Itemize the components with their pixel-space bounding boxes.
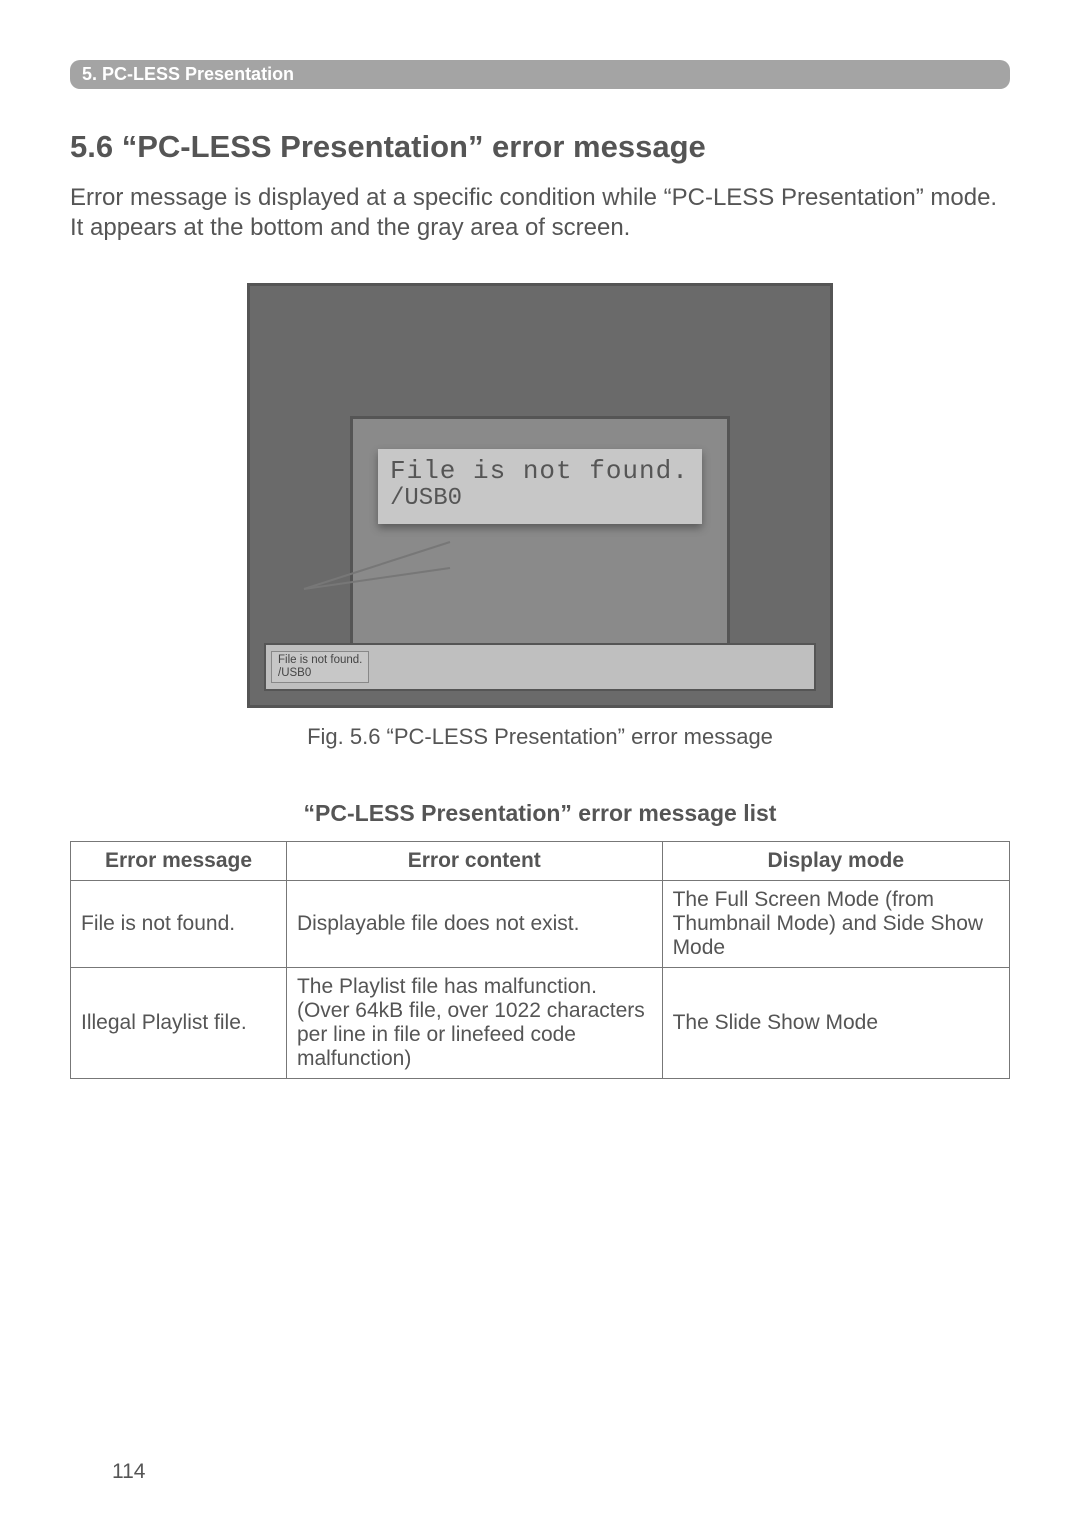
table-header-content: Error content [286,842,662,881]
cell-msg: File is not found. [71,881,287,968]
table-row: File is not found. Displayable file does… [71,881,1010,968]
chapter-banner-label: 5. PC-LESS Presentation [82,64,294,85]
figure: File is not found. /USB0 File is not fou… [70,283,1010,750]
error-dialog-line2: /USB0 [390,486,690,512]
error-dialog-line1: File is not found. [390,457,690,486]
cell-mode: The Full Screen Mode (from Thumbnail Mod… [662,881,1009,968]
table-header-mode: Display mode [662,842,1009,881]
cell-msg: Illegal Playlist file. [71,968,287,1079]
table-header-row: Error message Error content Display mode [71,842,1010,881]
cell-content: Displayable file does not exist. [286,881,662,968]
table-row: Illegal Playlist file. The Playlist file… [71,968,1010,1079]
cell-mode: The Slide Show Mode [662,968,1009,1079]
table-title: “PC-LESS Presentation” error message lis… [70,800,1010,827]
figure-outer-screen: File is not found. /USB0 File is not fou… [247,283,833,708]
figure-footer-bar: File is not found. /USB0 [264,643,816,691]
document-page: 5. PC-LESS Presentation 5.6 “PC-LESS Pre… [0,0,1080,1079]
figure-caption: Fig. 5.6 “PC-LESS Presentation” error me… [307,724,773,750]
chapter-banner: 5. PC-LESS Presentation [70,60,1010,89]
page-number: 114 [112,1460,145,1484]
error-dialog: File is not found. /USB0 [378,449,702,524]
figure-footer-line1: File is not found. [278,654,362,667]
intro-paragraph: Error message is displayed at a specific… [70,183,1010,243]
section-title: 5.6 “PC-LESS Presentation” error message [70,129,1010,165]
error-table: Error message Error content Display mode… [70,841,1010,1079]
table-header-msg: Error message [71,842,287,881]
figure-footer-line2: /USB0 [278,667,362,680]
figure-inner-screen: File is not found. /USB0 [350,416,730,671]
figure-footer-chip: File is not found. /USB0 [271,651,369,682]
cell-content: The Playlist file has malfunction. (Over… [286,968,662,1079]
